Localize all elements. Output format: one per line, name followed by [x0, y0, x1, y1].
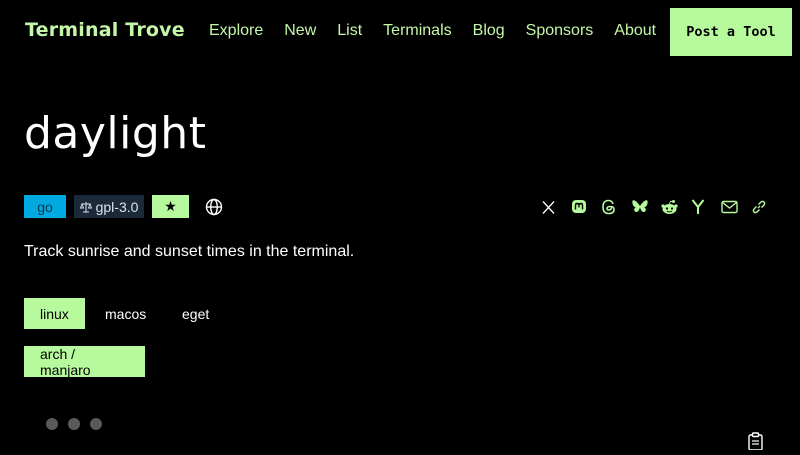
site-brand[interactable]: Terminal Trove: [25, 19, 185, 41]
language-badge[interactable]: go: [24, 195, 66, 218]
bluesky-icon[interactable]: [631, 197, 661, 217]
share-icons: [541, 197, 781, 217]
clipboard-icon[interactable]: [746, 432, 766, 455]
nav-terminals[interactable]: Terminals: [383, 21, 451, 41]
window-dot: [90, 418, 102, 430]
distro-tab-arch-manjaro[interactable]: arch / manjaro: [24, 346, 145, 378]
license-label: gpl-3.0: [95, 198, 139, 215]
tool-badges: go gpl-3.0 ★: [24, 195, 223, 218]
nav-blog[interactable]: Blog: [473, 21, 505, 41]
main-nav: Explore New List Terminals Blog Sponsors…: [209, 21, 677, 41]
platform-tab-linux[interactable]: linux: [24, 298, 85, 329]
globe-icon[interactable]: [205, 198, 223, 216]
window-dot: [68, 418, 80, 430]
tool-description: Track sunrise and sunset times in the te…: [24, 243, 355, 260]
tool-title: daylight: [24, 108, 207, 159]
window-dot: [46, 418, 58, 430]
terminal-window-dots: [46, 418, 112, 430]
platform-tab-macos[interactable]: macos: [89, 298, 162, 329]
post-a-tool-button[interactable]: Post a Tool: [670, 8, 792, 56]
threads-icon[interactable]: [601, 197, 631, 217]
license-badge[interactable]: gpl-3.0: [74, 195, 144, 218]
hackernews-icon[interactable]: [691, 197, 721, 217]
nav-list[interactable]: List: [337, 21, 362, 41]
nav-new[interactable]: New: [284, 21, 316, 41]
reddit-icon[interactable]: [661, 197, 691, 217]
nav-about[interactable]: About: [614, 21, 656, 41]
link-icon[interactable]: [751, 197, 781, 217]
platform-tab-eget[interactable]: eget: [166, 298, 225, 329]
x-icon[interactable]: [541, 197, 571, 217]
email-icon[interactable]: [721, 197, 751, 217]
scale-icon: [79, 201, 92, 212]
mastodon-icon[interactable]: [571, 197, 601, 217]
star-badge[interactable]: ★: [152, 195, 189, 218]
nav-explore[interactable]: Explore: [209, 21, 263, 41]
nav-sponsors[interactable]: Sponsors: [526, 21, 594, 41]
